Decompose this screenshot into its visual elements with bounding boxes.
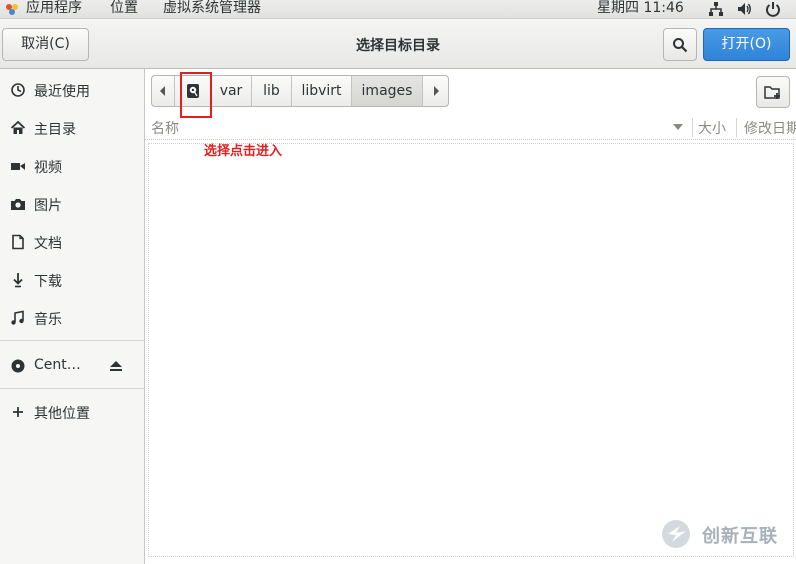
download-icon: [13, 273, 23, 288]
sidebar-item-downloads[interactable]: 下载: [0, 265, 144, 295]
new-folder-icon: [764, 86, 780, 99]
sidebar-item-home[interactable]: 主目录: [0, 113, 144, 143]
new-folder-button[interactable]: [756, 76, 790, 108]
path-segment-lib[interactable]: lib: [252, 76, 292, 106]
sort-down-icon[interactable]: [673, 124, 683, 132]
sidebar-item-label: 视频: [34, 160, 62, 176]
watermark: 创新互联: [660, 518, 790, 550]
disc-icon: [11, 359, 25, 373]
watermark-text: 创新互联: [702, 526, 778, 547]
sidebar-item-videos[interactable]: 视频: [0, 151, 144, 181]
search-icon: [673, 38, 688, 53]
network-icon[interactable]: [708, 1, 724, 17]
path-forward-button[interactable]: [423, 76, 448, 106]
sidebar-item-label: 文档: [34, 236, 62, 252]
sidebar-item-label: 图片: [34, 198, 62, 214]
column-separator: [736, 118, 737, 137]
plus-icon: [13, 407, 23, 417]
sidebar-divider: [0, 388, 144, 389]
column-modified[interactable]: 修改日期: [744, 118, 796, 138]
path-segment-var[interactable]: var: [211, 76, 252, 106]
header-bar: 取消(C) 选择目标目录 打开(O): [0, 19, 796, 69]
column-name[interactable]: 名称: [151, 118, 179, 138]
places-sidebar: 最近使用 主目录 视频 图片 文档 下载 音乐 Cent… 其他位置: [0, 69, 145, 564]
open-button[interactable]: 打开(O): [703, 28, 790, 61]
path-back-button[interactable]: [152, 76, 175, 106]
chevron-right-icon: [434, 86, 439, 96]
clock[interactable]: 星期四 11:46: [597, 0, 684, 16]
video-icon: [11, 163, 25, 170]
column-header: 名称 大小 修改日期: [145, 116, 796, 140]
applications-menu[interactable]: 应用程序: [26, 0, 82, 16]
app-menu[interactable]: 虚拟系统管理器: [163, 0, 261, 16]
sidebar-item-label: 下载: [34, 274, 62, 290]
sidebar-item-recent[interactable]: 最近使用: [0, 75, 144, 105]
top-bar: 应用程序 位置 虚拟系统管理器 星期四 11:46: [0, 0, 796, 19]
chevron-left-icon: [160, 86, 165, 96]
home-icon: [10, 120, 26, 134]
sidebar-item-label: Cent…: [34, 357, 81, 373]
sidebar-divider: [0, 340, 144, 341]
power-icon[interactable]: [765, 1, 781, 17]
sidebar-item-music[interactable]: 音乐: [0, 303, 144, 333]
search-button[interactable]: [663, 28, 697, 61]
column-separator: [692, 118, 693, 137]
annotation-text: 选择点击进入: [204, 144, 283, 159]
sidebar-item-other-locations[interactable]: 其他位置: [0, 397, 144, 427]
sidebar-item-label: 音乐: [34, 312, 62, 328]
document-icon: [12, 234, 24, 250]
volume-icon[interactable]: [736, 1, 752, 17]
annotation-highlight-box: [180, 72, 212, 118]
places-menu[interactable]: 位置: [110, 0, 138, 16]
recent-icon: [11, 83, 25, 97]
camera-icon: [11, 199, 25, 210]
sidebar-item-label: 其他位置: [34, 406, 90, 422]
sidebar-item-label: 最近使用: [34, 84, 90, 100]
sidebar-item-documents[interactable]: 文档: [0, 227, 144, 257]
sidebar-item-pictures[interactable]: 图片: [0, 189, 144, 219]
column-size[interactable]: 大小: [698, 118, 726, 138]
file-list[interactable]: [148, 143, 794, 557]
music-icon: [11, 310, 24, 325]
path-segment-libvirt[interactable]: libvirt: [292, 76, 352, 106]
sidebar-item-label: 主目录: [34, 122, 76, 138]
eject-icon[interactable]: [109, 359, 123, 373]
watermark-logo-icon: [662, 520, 690, 548]
path-segment-images[interactable]: images: [352, 76, 423, 106]
sidebar-item-device[interactable]: Cent…: [0, 351, 144, 381]
applications-icon[interactable]: [4, 2, 20, 16]
